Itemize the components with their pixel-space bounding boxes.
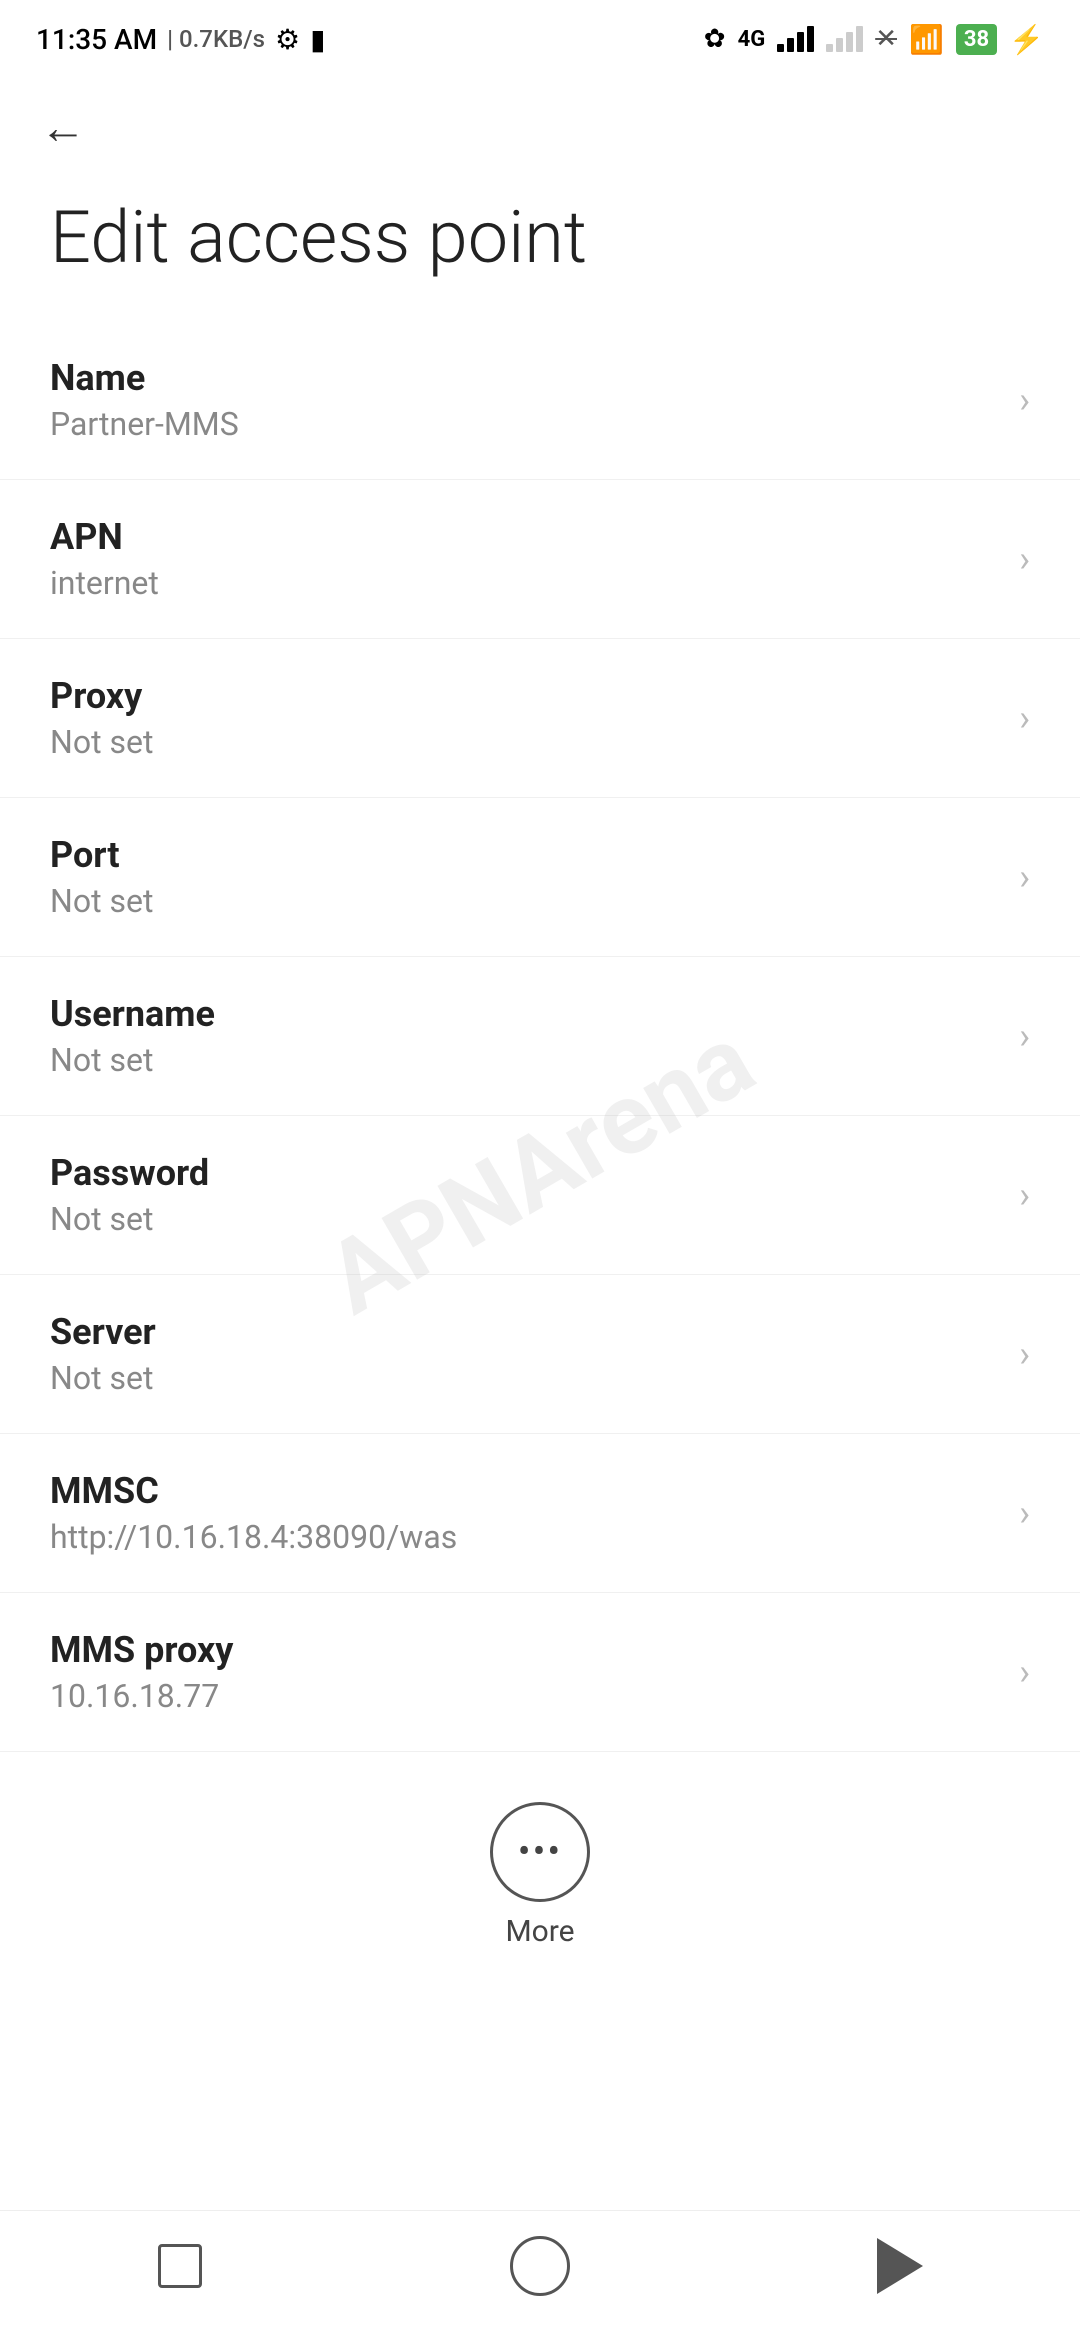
- settings-item-label: Proxy: [50, 675, 999, 717]
- signal-bars-1: [777, 26, 814, 52]
- back-triangle-icon: [877, 2238, 923, 2294]
- settings-item-content: MMSC http://10.16.18.4:38090/was: [50, 1470, 999, 1556]
- settings-item-content: Proxy Not set: [50, 675, 999, 761]
- status-left: 11:35 AM | 0.7KB/s ⚙ ▮: [36, 23, 326, 56]
- home-circle-icon: [510, 2236, 570, 2296]
- settings-item-label: Port: [50, 834, 999, 876]
- settings-item-name[interactable]: Name Partner-MMS ›: [0, 321, 1080, 480]
- status-right: ✿ 4G ✕ 📶 38 ⚡: [704, 23, 1044, 56]
- chevron-right-icon: ›: [1019, 538, 1030, 580]
- settings-item-content: APN internet: [50, 516, 999, 602]
- settings-list: Name Partner-MMS › APN internet › Proxy …: [0, 321, 1080, 1752]
- status-speed: | 0.7KB/s: [167, 25, 265, 53]
- settings-item-label: Server: [50, 1311, 999, 1353]
- settings-item-value: Not set: [50, 1200, 999, 1238]
- status-time: 11:35 AM: [36, 23, 157, 56]
- settings-item-value: Not set: [50, 882, 999, 920]
- chevron-right-icon: ›: [1019, 1651, 1030, 1693]
- settings-icon: ⚙: [275, 23, 300, 56]
- wifi-icon: 📶: [909, 23, 944, 56]
- settings-item-proxy[interactable]: Proxy Not set ›: [0, 639, 1080, 798]
- status-bar: 11:35 AM | 0.7KB/s ⚙ ▮ ✿ 4G ✕ 📶 38 ⚡: [0, 0, 1080, 70]
- back-arrow-icon: ←: [40, 100, 86, 155]
- settings-item-label: Password: [50, 1152, 999, 1194]
- settings-item-value: internet: [50, 564, 999, 602]
- battery-indicator: 38: [956, 24, 997, 55]
- signal-bars-2: [826, 26, 863, 52]
- settings-item-password[interactable]: Password Not set ›: [0, 1116, 1080, 1275]
- settings-item-mmsc[interactable]: MMSC http://10.16.18.4:38090/was ›: [0, 1434, 1080, 1593]
- nav-back-button[interactable]: [860, 2226, 940, 2306]
- nav-home-button[interactable]: [500, 2226, 580, 2306]
- settings-item-label: APN: [50, 516, 999, 558]
- chevron-right-icon: ›: [1019, 1492, 1030, 1534]
- settings-item-port[interactable]: Port Not set ›: [0, 798, 1080, 957]
- settings-item-label: MMS proxy: [50, 1629, 999, 1671]
- recents-square-icon: [158, 2244, 202, 2288]
- settings-item-value: Not set: [50, 1359, 999, 1397]
- settings-item-mms-proxy[interactable]: MMS proxy 10.16.18.77 ›: [0, 1593, 1080, 1752]
- chevron-right-icon: ›: [1019, 1174, 1030, 1216]
- charging-icon: ⚡: [1009, 23, 1044, 56]
- back-button[interactable]: ←: [40, 100, 86, 155]
- settings-item-content: MMS proxy 10.16.18.77: [50, 1629, 999, 1715]
- chevron-right-icon: ›: [1019, 856, 1030, 898]
- bluetooth-icon: ✿: [704, 24, 726, 54]
- settings-item-value: http://10.16.18.4:38090/was: [50, 1518, 999, 1556]
- no-signal-icon: ✕: [875, 24, 897, 54]
- more-label: More: [505, 1914, 574, 1949]
- settings-item-content: Port Not set: [50, 834, 999, 920]
- settings-item-content: Name Partner-MMS: [50, 357, 999, 443]
- settings-item-content: Server Not set: [50, 1311, 999, 1397]
- chevron-right-icon: ›: [1019, 697, 1030, 739]
- nav-recents-button[interactable]: [140, 2226, 220, 2306]
- more-button[interactable]: •••: [490, 1802, 590, 1902]
- settings-item-label: Name: [50, 357, 999, 399]
- chevron-right-icon: ›: [1019, 379, 1030, 421]
- more-dots-icon: •••: [518, 1833, 562, 1871]
- more-area: ••• More: [0, 1752, 1080, 1989]
- settings-item-value: 10.16.18.77: [50, 1677, 999, 1715]
- settings-item-apn[interactable]: APN internet ›: [0, 480, 1080, 639]
- settings-item-value: Partner-MMS: [50, 405, 999, 443]
- camera-icon: ▮: [310, 23, 325, 56]
- page-title: Edit access point: [0, 175, 1080, 321]
- settings-item-value: Not set: [50, 1041, 999, 1079]
- settings-item-value: Not set: [50, 723, 999, 761]
- network-4g-icon: 4G: [738, 27, 766, 52]
- navigation-bar: [0, 2210, 1080, 2340]
- settings-item-server[interactable]: Server Not set ›: [0, 1275, 1080, 1434]
- chevron-right-icon: ›: [1019, 1333, 1030, 1375]
- settings-item-content: Username Not set: [50, 993, 999, 1079]
- settings-item-label: Username: [50, 993, 999, 1035]
- back-area: ←: [0, 70, 1080, 175]
- chevron-right-icon: ›: [1019, 1015, 1030, 1057]
- settings-item-content: Password Not set: [50, 1152, 999, 1238]
- settings-item-label: MMSC: [50, 1470, 999, 1512]
- settings-item-username[interactable]: Username Not set ›: [0, 957, 1080, 1116]
